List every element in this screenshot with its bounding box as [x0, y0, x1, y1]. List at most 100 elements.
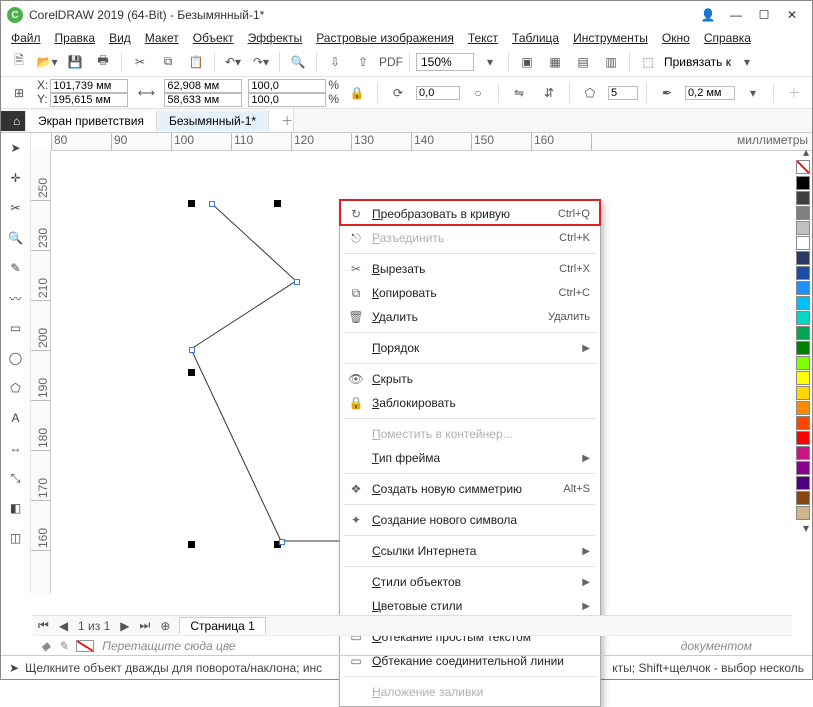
rotation-dropdown[interactable]: ○	[466, 81, 490, 105]
color-swatch[interactable]	[796, 416, 810, 430]
color-swatch[interactable]	[796, 491, 810, 505]
color-swatch[interactable]	[796, 236, 810, 250]
context-menu-item[interactable]: Ссылки Интернета▶	[340, 539, 600, 563]
height-input[interactable]	[164, 93, 242, 107]
context-menu-item[interactable]: ↻Преобразовать в кривуюCtrl+Q	[340, 202, 600, 226]
freehand-tool-icon[interactable]: ✎	[5, 257, 27, 279]
palette-down-icon[interactable]: ▾	[794, 521, 813, 535]
print-icon[interactable]: 🖶	[91, 50, 115, 74]
ellipse-tool-icon[interactable]: ◯	[5, 347, 27, 369]
outline-indicator-icon[interactable]: ✎	[58, 639, 68, 653]
color-swatch[interactable]	[796, 476, 810, 490]
minimize-button[interactable]: —	[722, 5, 750, 25]
undo-icon[interactable]: ↶▾	[221, 50, 245, 74]
color-swatch[interactable]	[796, 356, 810, 370]
lock-ratio-icon[interactable]: 🔒	[345, 81, 369, 105]
zoom-dropdown-icon[interactable]: ▾	[478, 50, 502, 74]
context-menu-item[interactable]: 👁Скрыть	[340, 367, 600, 391]
guides-icon[interactable]: ▥	[599, 50, 623, 74]
menu-help[interactable]: Справка	[704, 31, 751, 45]
color-swatch[interactable]	[796, 251, 810, 265]
artistic-tool-icon[interactable]: 〰	[5, 287, 27, 309]
menu-view[interactable]: Вид	[109, 31, 131, 45]
zoom-tool-icon[interactable]: 🔍	[5, 227, 27, 249]
grid-icon[interactable]: ▤	[571, 50, 595, 74]
page-next-icon[interactable]: ▶	[115, 619, 134, 633]
paste-icon[interactable]: 📋	[184, 50, 208, 74]
color-swatch[interactable]	[796, 506, 810, 520]
color-swatch[interactable]	[796, 386, 810, 400]
mirror-h-icon[interactable]: ⇋	[507, 81, 531, 105]
menu-bitmap[interactable]: Растровые изображения	[316, 31, 454, 45]
context-menu-item[interactable]: ⧉КопироватьCtrl+C	[340, 281, 600, 305]
page-first-icon[interactable]: ⏮	[33, 618, 54, 633]
color-swatch[interactable]	[796, 206, 810, 220]
y-input[interactable]	[50, 93, 128, 107]
selection-handle[interactable]	[188, 369, 195, 376]
context-menu-item[interactable]: ❖Создать новую симметриюAlt+S	[340, 477, 600, 501]
context-menu-item[interactable]: Стили объектов▶	[340, 570, 600, 594]
pick-tool-icon[interactable]: ➤	[5, 137, 27, 159]
cut-icon[interactable]: ✂	[128, 50, 152, 74]
x-input[interactable]	[50, 79, 128, 93]
menu-effects[interactable]: Эффекты	[248, 31, 303, 45]
save-icon[interactable]: 💾	[63, 50, 87, 74]
copy-icon[interactable]: ⧉	[156, 50, 180, 74]
fill-indicator-icon[interactable]: ◆	[41, 639, 50, 653]
dimension-tool-icon[interactable]: ↔	[5, 437, 27, 459]
crop-tool-icon[interactable]: ✂	[5, 197, 27, 219]
outline-dropdown[interactable]: ▾	[741, 81, 765, 105]
no-fill-indicator[interactable]	[76, 640, 94, 652]
menu-table[interactable]: Таблица	[512, 31, 559, 45]
context-menu-item[interactable]: 🔒Заблокировать	[340, 391, 600, 415]
scale-x-input[interactable]	[248, 79, 326, 93]
page-tab[interactable]: Страница 1	[179, 617, 265, 634]
account-icon[interactable]: 👤	[694, 5, 722, 25]
color-swatch[interactable]	[796, 446, 810, 460]
rectangle-tool-icon[interactable]: ▭	[5, 317, 27, 339]
search-icon[interactable]: 🔍	[286, 50, 310, 74]
color-swatch[interactable]	[796, 401, 810, 415]
close-button[interactable]: ✕	[778, 5, 806, 25]
shape-tool-icon[interactable]: ✛	[5, 167, 27, 189]
add-icon[interactable]: ＋	[782, 81, 806, 105]
pdf-icon[interactable]: PDF	[379, 50, 403, 74]
shape-node[interactable]	[279, 539, 285, 545]
fullscreen-icon[interactable]: ▣	[515, 50, 539, 74]
connector-tool-icon[interactable]: ⤡	[5, 467, 27, 489]
menu-layout[interactable]: Макет	[145, 31, 179, 45]
polygon-tool-icon[interactable]: ⬠	[5, 377, 27, 399]
color-swatch[interactable]	[796, 296, 810, 310]
redo-icon[interactable]: ↷▾	[249, 50, 273, 74]
transparency-tool-icon[interactable]: ◫	[5, 527, 27, 549]
selection-handle[interactable]	[188, 541, 195, 548]
menu-tools[interactable]: Инструменты	[573, 31, 648, 45]
color-swatch[interactable]	[796, 461, 810, 475]
mirror-v-icon[interactable]: ⇵	[537, 81, 561, 105]
shape-node[interactable]	[209, 201, 215, 207]
width-input[interactable]	[164, 79, 242, 93]
no-fill-swatch[interactable]	[796, 160, 810, 174]
scale-y-input[interactable]	[248, 93, 326, 107]
maximize-button[interactable]: ☐	[750, 5, 778, 25]
rulers-icon[interactable]: ▦	[543, 50, 567, 74]
selection-handle[interactable]	[188, 200, 195, 207]
context-menu-item[interactable]: 🗑УдалитьУдалить	[340, 305, 600, 329]
color-swatch[interactable]	[796, 221, 810, 235]
zoom-input[interactable]	[416, 53, 474, 71]
snap-icon[interactable]: ⬚	[636, 50, 660, 74]
color-swatch[interactable]	[796, 191, 810, 205]
color-swatch[interactable]	[796, 326, 810, 340]
menu-object[interactable]: Объект	[193, 31, 234, 45]
new-tab-button[interactable]: ＋	[269, 109, 294, 132]
color-swatch[interactable]	[796, 281, 810, 295]
snap-dropdown-icon[interactable]: ▾	[735, 50, 759, 74]
document-tab[interactable]: Безымянный-1*	[157, 111, 269, 131]
page-last-icon[interactable]: ⏭	[135, 618, 156, 633]
sides-input[interactable]	[608, 86, 638, 100]
context-menu-item[interactable]: ✦Создание нового символа	[340, 508, 600, 532]
menu-window[interactable]: Окно	[662, 31, 690, 45]
context-menu-item[interactable]: ✂ВырезатьCtrl+X	[340, 257, 600, 281]
palette-up-icon[interactable]: ▴	[794, 145, 813, 159]
color-swatch[interactable]	[796, 431, 810, 445]
